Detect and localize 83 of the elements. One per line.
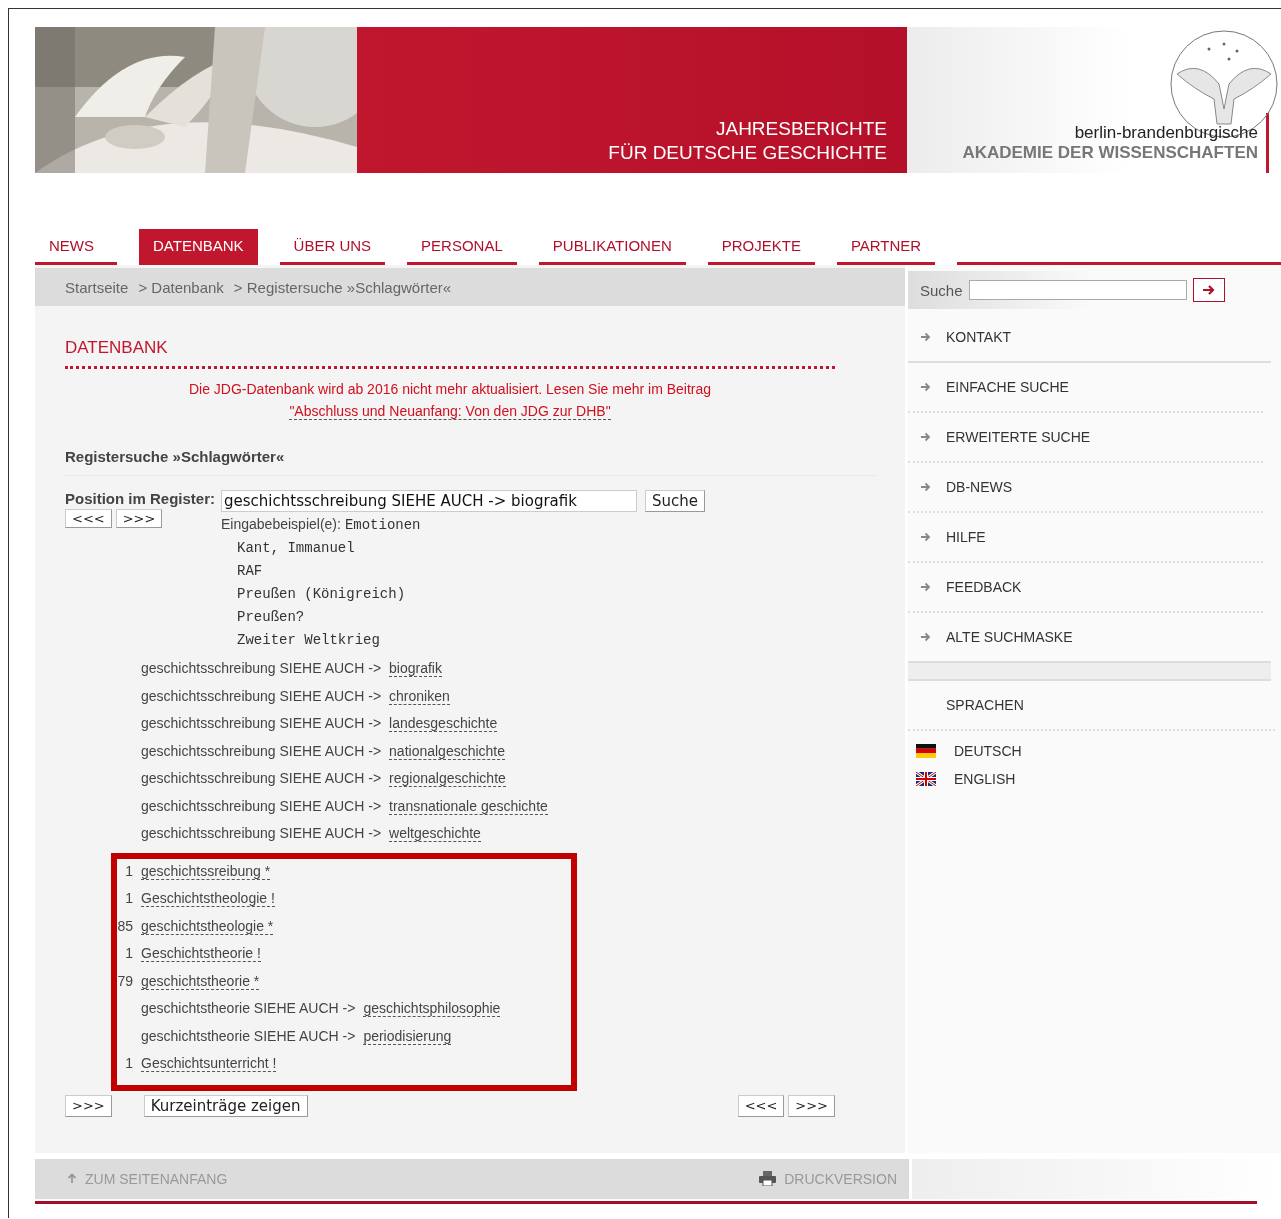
sidebar-link[interactable]: DB-NEWS [908, 463, 1263, 513]
short-entries-button[interactable]: Kurzeinträge zeigen [143, 1094, 308, 1117]
example-text: Emotionen [344, 516, 421, 535]
term-link[interactable]: geschichtssreibung * [141, 862, 271, 880]
search-submit-button[interactable] [1192, 278, 1225, 302]
arrow-right-icon [920, 482, 932, 492]
previous-button[interactable]: <<< [737, 1094, 785, 1117]
search-field[interactable] [968, 280, 1187, 300]
hit-count: 1 [125, 862, 133, 879]
term-link[interactable]: periodisierung [363, 1027, 452, 1045]
printer-icon [759, 1171, 777, 1186]
next-button[interactable]: >>> [788, 1094, 835, 1117]
hit-count: 1 [125, 945, 133, 961]
breadcrumb-link[interactable]: Startseite [65, 278, 129, 296]
logo-bar [1266, 113, 1269, 173]
site-title: JAHRESBERICHTE [715, 117, 887, 141]
term-link[interactable]: weltgeschichte [389, 825, 481, 842]
see-also-text: geschichtsschreibung SIEHE AUCH -> [141, 687, 382, 704]
sidebar-link[interactable]: ERWEITERTE SUCHE [908, 413, 1263, 463]
hit-count: 1 [125, 1055, 133, 1071]
hit-count: 85 [117, 917, 133, 934]
sidebar-link[interactable]: FEEDBACK [908, 563, 1263, 613]
arrow-right-icon [920, 632, 932, 642]
next-button[interactable]: >>> [65, 1094, 112, 1117]
term-link[interactable]: Geschichtstheorie ! [141, 945, 261, 962]
term-link[interactable]: chroniken [389, 687, 450, 705]
example-text: Preußen (Königreich) [236, 585, 407, 604]
arrow-right-icon [920, 382, 932, 392]
term-link[interactable]: transnationale geschichte [389, 797, 548, 815]
term-link[interactable]: geschichtsphilosophie [363, 1000, 501, 1017]
breadcrumb-link[interactable]: > Datenbank [138, 278, 224, 296]
see-also-text: geschichtstheorie SIEHE AUCH -> [141, 1000, 356, 1016]
search-label: Suche [920, 281, 963, 299]
term-link[interactable]: nationalgeschichte [389, 742, 506, 760]
hit-count: 79 [117, 972, 133, 989]
notice-text: Die JDG-Datenbank wird ab 2016 nicht mehr aktualisiert. Lesen Sie mehr im Beitrag [188, 381, 712, 397]
example-text: Zweiter Weltkrieg [236, 631, 381, 650]
term-link[interactable]: biografik [389, 660, 442, 677]
section-heading: DATENBANK [65, 338, 835, 369]
hit-count: 1 [125, 890, 133, 906]
previous-button[interactable]: <<< [65, 509, 112, 528]
academy-name: AKADEMIE DER WISSENSCHAFTEN [962, 143, 1258, 163]
arrow-right-icon [920, 432, 932, 442]
sidebar-link[interactable]: KONTAKT [908, 313, 1271, 363]
see-also-text: geschichtsschreibung SIEHE AUCH -> [141, 660, 382, 676]
next-button[interactable]: >>> [115, 509, 163, 528]
term-link[interactable]: geschichtstheologie * [141, 917, 274, 935]
arrow-right-icon [920, 332, 932, 342]
arrow-up-icon [67, 1173, 77, 1184]
arrow-right-icon [1201, 284, 1216, 296]
breadcrumb-link[interactable]: > Registersuche »Schlagwörter« [233, 278, 452, 296]
flag-icon [916, 744, 936, 758]
examples-label: Eingabebeispiel(e): [221, 516, 341, 532]
language-link[interactable]: ENGLISH [916, 771, 1275, 787]
see-also-text: geschichtsschreibung SIEHE AUCH -> [141, 742, 382, 759]
field-label: Position im Register: [65, 490, 216, 507]
section-subheading: Registersuche »Schlagwörter« [65, 448, 875, 476]
see-also-text: geschichtsschreibung SIEHE AUCH -> [141, 797, 382, 814]
term-link[interactable]: Geschichtsunterricht ! [141, 1055, 277, 1072]
article-link[interactable]: "Abschluss und Neuanfang: Von den JDG zur DHB" [289, 403, 611, 420]
see-also-text: geschichtsschreibung SIEHE AUCH -> [141, 825, 382, 841]
language-link[interactable]: DEUTSCH [916, 743, 1275, 759]
example-text: RAF [236, 562, 264, 581]
term-link[interactable]: Geschichtstheologie ! [141, 890, 275, 907]
site-title: FÜR DEUTSCHE GESCHICHTE [608, 141, 887, 165]
term-link[interactable]: landesgeschichte [389, 715, 498, 732]
search-button[interactable]: Suche [645, 490, 706, 512]
term-link[interactable]: geschichtstheorie * [141, 972, 260, 990]
arrow-right-icon [920, 532, 932, 542]
languages-heading: SPRACHEN [908, 681, 1275, 731]
arrow-right-icon [920, 582, 932, 592]
term-link[interactable]: regionalgeschichte [389, 770, 506, 787]
example-text: Kant, Immanuel [236, 539, 356, 558]
see-also-text: geschichtsschreibung SIEHE AUCH -> [141, 770, 382, 786]
flag-icon [916, 772, 936, 786]
example-text: Preußen? [236, 608, 306, 627]
nav-tab[interactable]: DATENBANK [139, 229, 258, 265]
see-also-text: geschichtsschreibung SIEHE AUCH -> [141, 715, 382, 731]
sidebar-link[interactable]: EINFACHE SUCHE [908, 363, 1263, 413]
see-also-text: geschichtstheorie SIEHE AUCH -> [141, 1027, 356, 1044]
academy-name: berlin-brandenburgische [1074, 123, 1258, 143]
sidebar-link[interactable]: HILFE [908, 513, 1263, 563]
register-input-field[interactable]: geschichtsschreibung SIEHE AUCH -> biografik [221, 490, 638, 512]
